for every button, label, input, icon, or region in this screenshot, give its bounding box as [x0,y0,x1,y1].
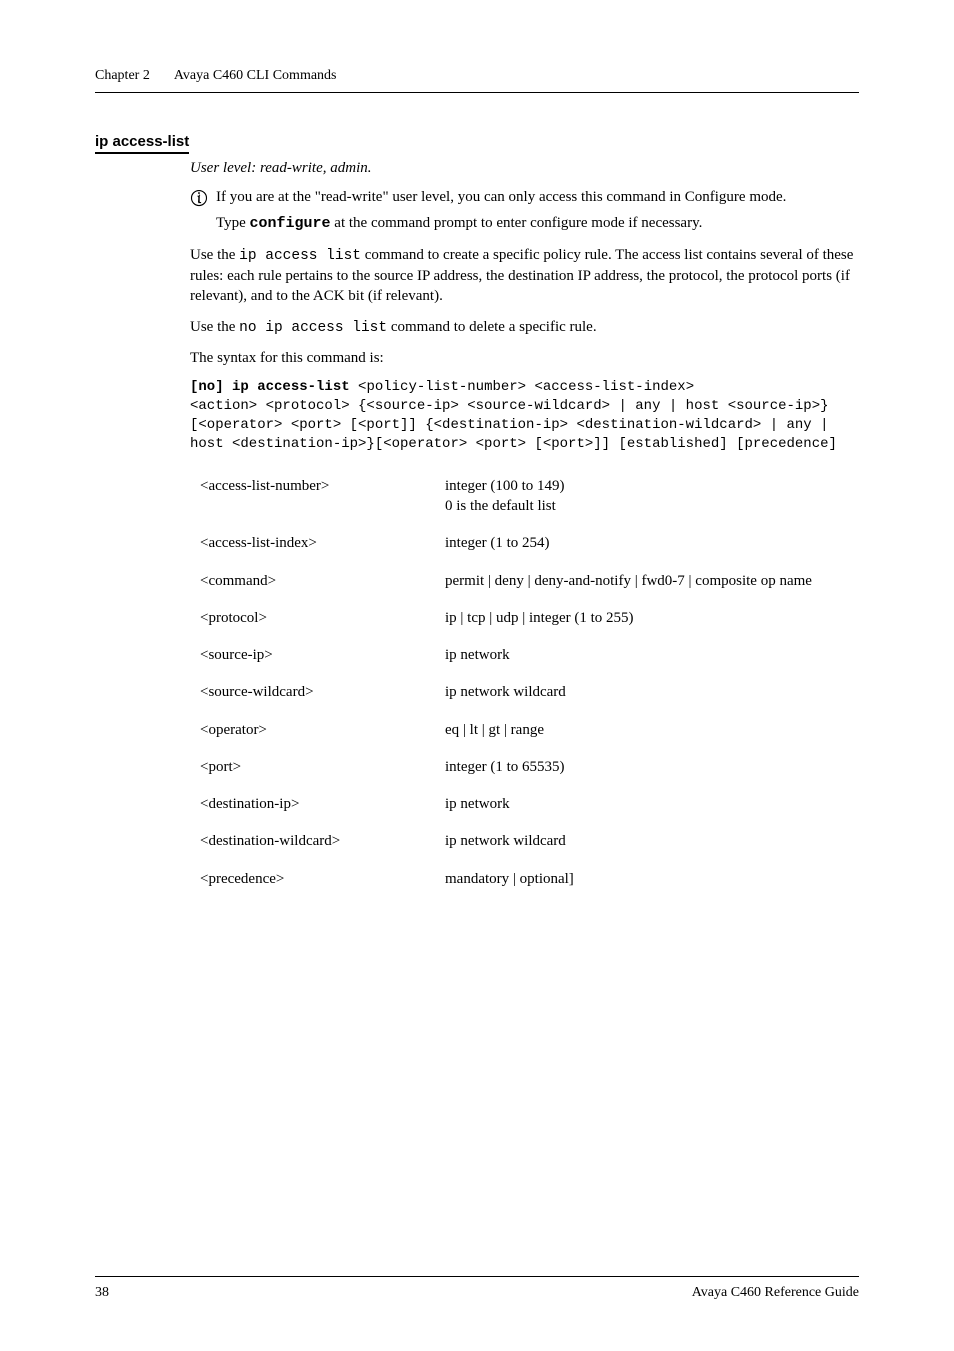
param-desc: permit | deny | deny-and-notify | fwd0-7… [445,571,812,591]
param-name: <source-wildcard> [200,682,445,702]
doc-title: Avaya C460 Reference Guide [692,1285,859,1301]
param-row: <operator> eq | lt | gt | range [200,720,859,740]
note-sub-prefix: Type [216,215,250,231]
param-row: <protocol> ip | tcp | udp | integer (1 t… [200,608,859,628]
syntax-rest1: <policy-list-number> <access-list-index> [350,379,694,395]
param-desc: ip | tcp | udp | integer (1 to 255) [445,608,634,628]
param-name: <precedence> [200,869,445,889]
section-title: ip access-list [95,133,189,154]
param-desc: ip network [445,645,510,665]
param-row: <source-ip> ip network [200,645,859,665]
param-name: <access-list-number> [200,476,445,496]
param-row: <command> permit | deny | deny-and-notif… [200,571,859,591]
chapter-label: Chapter 2 [95,68,150,84]
param-desc: ip network [445,794,510,814]
user-level: User level: read-write, admin. [190,160,859,177]
chapter-title: Avaya C460 CLI Commands [174,68,337,84]
param-name: <port> [200,757,445,777]
param-row: <destination-ip> ip network [200,794,859,814]
page-number: 38 [95,1285,109,1301]
param-desc: eq | lt | gt | range [445,720,544,740]
param-desc: ip network wildcard [445,831,566,851]
note-text: If you are at the "read-write" user leve… [216,187,859,207]
param-name: <protocol> [200,608,445,628]
param-name: <destination-ip> [200,794,445,814]
param-row: <source-wildcard> ip network wildcard [200,682,859,702]
param-row: <precedence> mandatory | optional] [200,869,859,889]
param-row: <port> integer (1 to 65535) [200,757,859,777]
param-desc: integer (1 to 65535) [445,757,565,777]
param-name: <operator> [200,720,445,740]
syntax-label: The syntax for this command is: [190,348,859,368]
para1-prefix: Use the [190,247,239,263]
param-row: <access-list-index> integer (1 to 254) [200,533,859,553]
param-desc: ip network wildcard [445,682,566,702]
param-name: <access-list-index> [200,533,445,553]
param-table: <access-list-number> integer (100 to 149… [200,476,859,889]
param-desc: integer (100 to 149) 0 is the default li… [445,476,565,517]
para2-prefix: Use the [190,319,239,335]
content-body: User level: read-write, admin. i If you … [190,160,859,889]
note-sub-cmd: configure [250,215,331,232]
page-footer: 38 Avaya C460 Reference Guide [95,1276,859,1301]
page-header: Chapter 2 Avaya C460 CLI Commands [95,68,859,93]
para2-cmd: no ip access list [239,320,387,336]
para-1: Use the ip access list command to create… [190,245,859,307]
para-2: Use the no ip access list command to del… [190,317,859,339]
para2-suffix: command to delete a specific rule. [387,319,597,335]
param-row: <destination-wildcard> ip network wildca… [200,831,859,851]
svg-text:i: i [197,193,200,205]
param-name: <command> [200,571,445,591]
param-desc: mandatory | optional] [445,869,574,889]
info-icon: i [190,189,208,207]
para1-cmd: ip access list [239,248,361,264]
note-row: i If you are at the "read-write" user le… [190,187,859,207]
param-name: <destination-wildcard> [200,831,445,851]
param-name: <source-ip> [200,645,445,665]
syntax-rest2: <action> <protocol> {<source-ip> <source… [190,398,837,452]
syntax-bold: [no] ip access-list [190,379,350,395]
syntax-block: [no] ip access-list <policy-list-number>… [190,378,859,454]
note-sub-suffix: at the command prompt to enter configure… [331,215,703,231]
param-desc: integer (1 to 254) [445,533,550,553]
note-sub: Type configure at the command prompt to … [216,213,859,234]
param-row: <access-list-number> integer (100 to 149… [200,476,859,517]
